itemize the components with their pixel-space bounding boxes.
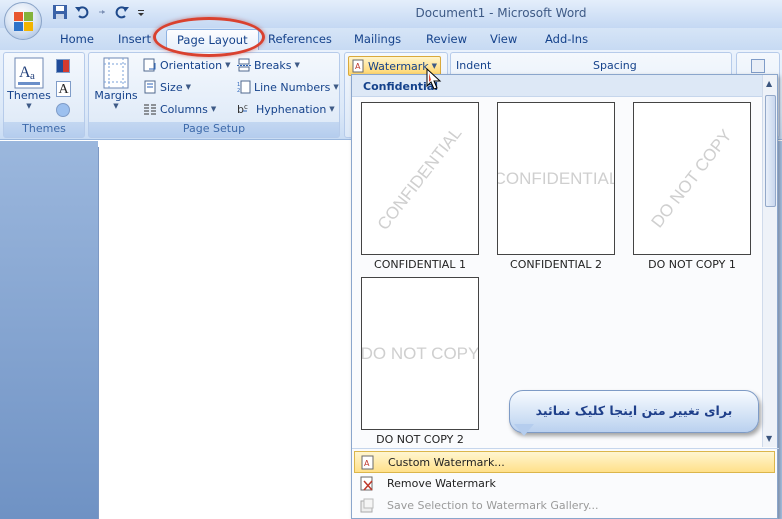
columns-label: Columns [160,102,208,116]
watermark-thumb-confidential-1[interactable]: CONFIDENTIAL [361,102,479,255]
chevron-down-icon: ▼ [210,105,217,113]
tab-mailings[interactable]: Mailings [354,32,401,46]
breaks-icon [237,58,251,72]
tab-insert[interactable]: Insert [118,32,151,46]
chevron-down-icon: ▼ [225,61,231,69]
indent-label: Indent [456,59,492,72]
tab-review[interactable]: Review [426,32,467,46]
size-label: Size [160,80,183,94]
line-numbers-button[interactable]: 12 Line Numbers ▼ [237,80,339,94]
margins-label: Margins [94,89,138,102]
chevron-down-icon: ▼ [185,83,191,91]
svg-text:a: a [30,70,35,82]
margins-button[interactable]: Margins ▼ [93,57,139,110]
theme-effects-icon[interactable] [56,103,70,117]
chevron-down-icon: ▼ [294,61,300,69]
office-button[interactable] [4,2,42,40]
watermark-preview-text: DO NOT COPY [647,125,736,231]
chevron-down-icon: ▼ [26,102,32,110]
themes-icon: A a [14,57,44,89]
gallery-scrollbar[interactable]: ▲ ▼ [762,75,777,447]
watermark-preview-text: CONFIDENTIAL [373,123,466,234]
scroll-thumb[interactable] [765,95,776,207]
orientation-icon [143,58,156,72]
orientation-label: Orientation [160,58,223,72]
menu-separator [352,448,779,449]
gallery-category-header: Confidential [352,75,762,97]
ribbon-tabs: Home Insert Page Layout References Maili… [0,28,782,50]
svg-text:b: b [237,103,244,116]
watermark-thumb-do-not-copy-1[interactable]: DO NOT COPY [633,102,751,255]
document-page[interactable] [98,147,352,519]
save-to-gallery-icon [360,498,374,513]
mouse-pointer-icon [426,68,442,90]
scroll-down-icon[interactable]: ▼ [766,434,772,443]
save-to-gallery-label: Save Selection to Watermark Gallery... [387,499,599,512]
tab-add-ins[interactable]: Add-Ins [545,32,588,46]
orientation-button[interactable]: Orientation ▼ [143,58,231,72]
watermark-preview-text: CONFIDENTIAL [497,168,615,188]
watermark-gallery: Confidential CONFIDENTIAL CONFIDENTIAL 1… [351,74,779,519]
custom-watermark-icon: A [361,455,374,470]
tab-references[interactable]: References [268,32,332,46]
theme-fonts-icon[interactable]: A [56,81,71,97]
columns-button[interactable]: Columns ▼ [143,102,216,116]
theme-colors-icon[interactable] [56,59,70,73]
svg-text:A: A [364,459,370,468]
watermark-preview-text: DO NOT COPY [361,343,479,363]
themes-group: A a Themes ▼ A Themes [3,52,85,138]
remove-watermark-label: Remove Watermark [387,477,496,490]
annotation-callout: برای تغییر متن اینجا کلیک نمائید [509,390,759,433]
document-background-left [0,141,98,519]
line-numbers-icon: 12 [237,80,251,94]
svg-text:2: 2 [237,88,240,94]
chevron-down-icon: ▼ [333,83,339,91]
watermark-thumb-do-not-copy-2[interactable]: DO NOT COPY [361,277,479,430]
scroll-up-icon[interactable]: ▲ [766,79,772,88]
watermark-caption: DO NOT COPY 2 [376,433,464,446]
office-logo-icon [14,12,34,32]
spacing-label: Spacing [593,59,637,72]
breaks-button[interactable]: Breaks ▼ [237,58,300,72]
title-bar: Document1 - Microsoft Word [0,0,782,28]
watermark-icon: A [352,59,364,73]
page-setup-group: Margins ▼ Orientation ▼ Size ▼ Columns ▼ Br… [88,52,340,138]
columns-icon [144,104,156,115]
hyphenation-button[interactable]: bc Hyphenation ▼ [237,102,335,117]
tab-page-layout[interactable]: Page Layout [166,29,259,50]
window-title: Document1 - Microsoft Word [415,6,587,20]
watermark-thumb-confidential-2[interactable]: CONFIDENTIAL [497,102,615,255]
size-button[interactable]: Size ▼ [143,80,191,94]
save-to-gallery-item: Save Selection to Watermark Gallery... [354,495,775,517]
svg-text:A: A [355,62,361,71]
watermark-caption: DO NOT COPY 1 [648,258,736,271]
tab-home[interactable]: Home [60,32,94,46]
custom-watermark-label: Custom Watermark... [388,456,505,469]
chevron-down-icon: ▼ [329,105,335,113]
hyphenation-label: Hyphenation [256,102,327,116]
breaks-label: Breaks [254,58,292,72]
hyphenation-icon: bc [237,103,248,116]
remove-watermark-item[interactable]: Remove Watermark [354,473,775,495]
page-setup-group-label: Page Setup [89,122,339,137]
remove-watermark-icon [360,476,373,491]
position-icon[interactable] [751,59,765,73]
size-icon [144,80,156,94]
margins-icon [103,57,129,89]
chevron-down-icon: ▼ [113,102,119,110]
themes-group-label: Themes [4,122,84,137]
themes-button-label: Themes [7,89,51,102]
watermark-label: Watermark [368,59,429,73]
themes-button[interactable]: A a Themes ▼ [7,57,51,110]
tab-view[interactable]: View [490,32,517,46]
svg-text:c: c [244,103,248,111]
line-numbers-label: Line Numbers [254,80,331,94]
watermark-caption: CONFIDENTIAL 1 [374,258,466,271]
callout-tail [514,424,534,436]
custom-watermark-item[interactable]: A Custom Watermark... [354,451,775,473]
watermark-caption: CONFIDENTIAL 2 [510,258,602,271]
